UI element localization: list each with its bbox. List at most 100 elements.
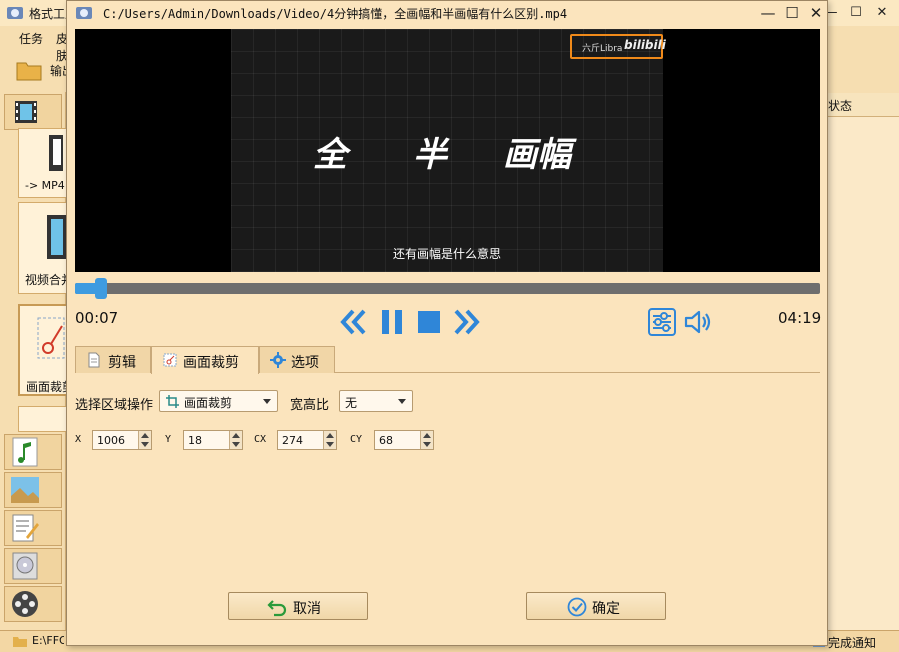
current-time: 00:07: [75, 309, 119, 327]
y-spinbox[interactable]: 18: [183, 430, 243, 450]
output-folder-label[interactable]: 输出文件夹: [50, 62, 66, 79]
stop-icon[interactable]: [414, 307, 444, 337]
video-word-half: 半: [413, 135, 447, 175]
y-value: 18: [188, 434, 202, 447]
left-panel: -> MP4 视频合并 画面裁剪: [0, 92, 74, 630]
cy-label: CY: [350, 434, 363, 445]
volume-icon[interactable]: [683, 307, 713, 337]
tool-card-mp4[interactable]: -> MP4: [18, 128, 68, 198]
video-frame: 全 半 画幅 还有画幅是什么意思: [231, 29, 663, 272]
total-time: 04:19: [778, 309, 822, 327]
format-factory-icon: [76, 7, 92, 19]
video-word-full: 全: [313, 135, 347, 175]
statusbar-notice[interactable]: 完成通知: [828, 634, 876, 651]
cy-stepper[interactable]: [420, 431, 433, 449]
video-word-frame: 画幅: [503, 135, 571, 175]
scissors-crop-icon: [37, 317, 65, 359]
cancel-button-label: 取消: [293, 601, 321, 617]
seek-bar-progress: [75, 283, 95, 294]
disc-drive-icon: [12, 552, 38, 580]
tab-options[interactable]: 选项: [259, 346, 335, 373]
watermark-text: 六斤Libra: [582, 44, 623, 54]
y-stepper[interactable]: [229, 431, 242, 449]
format-factory-icon: [7, 7, 23, 19]
select-area-label: 选择区域操作: [75, 398, 154, 413]
category-disc-tab[interactable]: [4, 548, 62, 584]
cx-label: CX: [254, 434, 267, 445]
crop-icon: [163, 353, 177, 367]
dialog-minimize-button[interactable]: —: [759, 4, 777, 22]
menu-item-tasks[interactable]: 任务: [19, 30, 43, 47]
crop-dialog: C:/Users/Admin/Downloads/Video/4分钟搞懂，全画幅…: [66, 0, 828, 646]
document-icon: [88, 352, 100, 368]
crop-selection-rect[interactable]: 六斤Libra bilibili: [570, 34, 666, 59]
category-document-tab[interactable]: [4, 510, 62, 546]
pause-icon[interactable]: [377, 307, 407, 337]
category-audio-tab[interactable]: [4, 434, 62, 470]
chevron-down-icon: [398, 399, 406, 404]
select-area-value: 画面裁剪: [184, 396, 233, 410]
music-note-icon: [12, 437, 38, 467]
main-toolbar: 输出文件夹: [0, 54, 70, 88]
video-preview[interactable]: 全 半 画幅 还有画幅是什么意思 六斤Libra bilibili: [75, 29, 820, 272]
x-stepper[interactable]: [138, 431, 151, 449]
category-tools-tab[interactable]: [4, 586, 62, 622]
dialog-maximize-button[interactable]: ☐: [783, 4, 801, 22]
landscape-image-icon: [11, 477, 39, 503]
task-list-area: [826, 93, 899, 630]
x-label: X: [75, 434, 82, 445]
film-reel-icon: [12, 591, 38, 617]
tab-crop-label: 画面裁剪: [183, 355, 239, 371]
cy-spinbox[interactable]: 68: [374, 430, 434, 450]
tab-options-label: 选项: [291, 355, 319, 371]
tool-card-mp4-label: -> MP4: [25, 179, 65, 192]
seek-bar-thumb[interactable]: [95, 278, 107, 299]
x-spinbox[interactable]: 1006: [92, 430, 152, 450]
folder-icon: [13, 637, 27, 647]
dialog-titlebar: C:/Users/Admin/Downloads/Video/4分钟搞懂，全画幅…: [67, 1, 827, 25]
film-strip-icon: [49, 135, 63, 171]
category-image-tab[interactable]: [4, 472, 62, 508]
gear-icon: [270, 352, 286, 368]
y-label: Y: [165, 434, 172, 445]
main-close-button[interactable]: ✕: [874, 5, 890, 21]
chevron-down-icon: [263, 399, 271, 404]
tool-card-crop[interactable]: 画面裁剪: [18, 304, 74, 396]
ok-button[interactable]: 确定: [526, 592, 666, 620]
aspect-ratio-value: 无: [345, 396, 358, 410]
status-column-header[interactable]: 状态: [826, 93, 899, 117]
aspect-ratio-dropdown[interactable]: 无: [339, 390, 413, 412]
undo-arrow-icon: [267, 600, 287, 617]
select-area-dropdown[interactable]: 画面裁剪: [159, 390, 278, 412]
dialog-title: C:/Users/Admin/Downloads/Video/4分钟搞懂，全画幅…: [103, 7, 568, 21]
tab-crop[interactable]: 画面裁剪: [151, 346, 259, 374]
film-icon: [15, 101, 37, 123]
fast-forward-icon[interactable]: [451, 307, 481, 337]
tab-edit-label: 剪辑: [108, 355, 136, 371]
crop-frame-icon: [166, 395, 179, 408]
cy-value: 68: [379, 434, 393, 447]
rewind-icon[interactable]: [339, 307, 369, 337]
settings-sliders-icon[interactable]: [647, 307, 677, 337]
category-video-tab[interactable]: [4, 94, 62, 130]
cx-spinbox[interactable]: 274: [277, 430, 337, 450]
dialog-close-button[interactable]: ✕: [807, 4, 825, 22]
document-edit-icon: [12, 514, 39, 542]
cx-stepper[interactable]: [323, 431, 336, 449]
cx-value: 274: [282, 434, 303, 447]
statusbar-output-path: E:\FFOutput: [32, 634, 64, 647]
cancel-button[interactable]: 取消: [228, 592, 368, 620]
main-maximize-button[interactable]: ☐: [848, 5, 864, 21]
tool-card-merge[interactable]: 视频合并: [18, 202, 73, 294]
tab-edit[interactable]: 剪辑: [75, 346, 151, 373]
bilibili-logo: bilibili: [624, 38, 666, 52]
seek-bar[interactable]: [75, 278, 820, 299]
tool-card-next[interactable]: [18, 406, 68, 432]
check-circle-icon: [567, 597, 587, 617]
video-subtitle: 还有画幅是什么意思: [392, 247, 501, 261]
x-value: 1006: [97, 434, 125, 447]
main-menubar: 任务 皮肤: [0, 26, 70, 63]
output-folder-icon[interactable]: [16, 58, 42, 82]
aspect-ratio-label: 宽高比: [290, 398, 330, 413]
status-column-label: 状态: [828, 99, 853, 113]
